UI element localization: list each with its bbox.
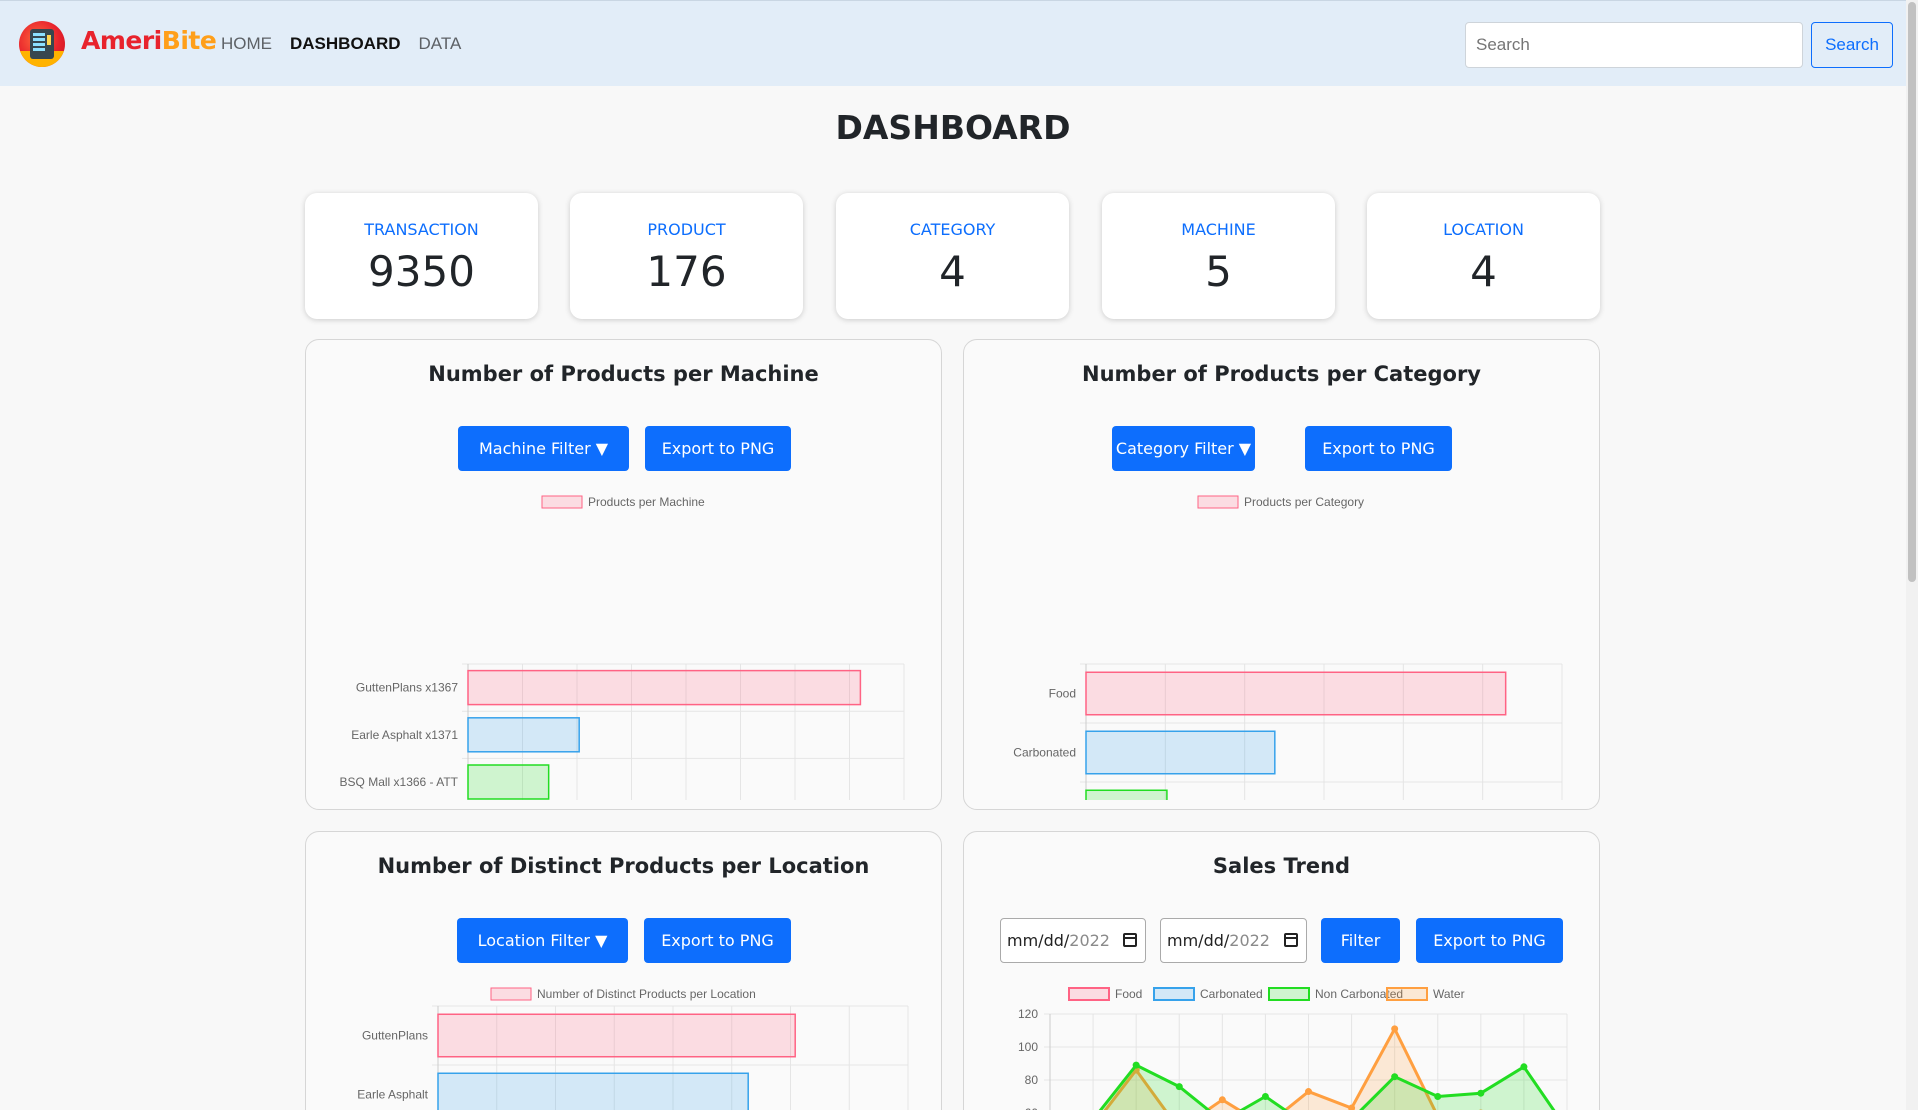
stat-value: 4 <box>939 247 966 296</box>
stat-card-machine: MACHINE 5 <box>1102 193 1335 319</box>
nav-data[interactable]: DATA <box>419 34 462 54</box>
legend-swatch <box>1197 495 1239 509</box>
machine-filter-button[interactable]: Machine Filter ▼ <box>458 426 629 471</box>
nav-dashboard[interactable]: DASHBOARD <box>290 34 401 54</box>
bar <box>437 1072 749 1110</box>
y-tick-label: 80 <box>1025 1073 1039 1087</box>
y-tick-label: Carbonated <box>1013 746 1076 760</box>
stat-label: MACHINE <box>1181 220 1256 239</box>
legend-swatch <box>1268 987 1310 1001</box>
nav-links: HOME DASHBOARD DATA <box>221 34 461 54</box>
stat-label: PRODUCT <box>647 220 726 239</box>
stat-card-product: PRODUCT 176 <box>570 193 803 319</box>
category-bar-chart: Products per Category01,0002,0003,0004,0… <box>1013 495 1563 800</box>
chart-title: Sales Trend <box>1212 854 1351 878</box>
y-tick-label: Earle Asphalt <box>357 1088 428 1102</box>
legend-swatch <box>490 987 532 1001</box>
start-date-input[interactable]: mm/dd/2022 <box>1000 918 1146 963</box>
calendar-icon[interactable] <box>1123 933 1137 947</box>
stat-label: CATEGORY <box>909 220 996 239</box>
date-text: mm/dd/2022 <box>1007 931 1110 950</box>
legend-swatch <box>1386 987 1428 1001</box>
brand-part1: Ameri <box>81 26 162 55</box>
y-tick-label: 60 <box>1025 1106 1039 1110</box>
chart-card-category: Number of Products per Category Category… <box>963 339 1600 810</box>
navbar: AmeriBite HOME DASHBOARD DATA Search <box>0 0 1906 86</box>
legend-label: Water <box>1433 987 1465 1001</box>
nav-home[interactable]: HOME <box>221 34 272 54</box>
bar <box>467 764 550 800</box>
end-date-input[interactable]: mm/dd/2022 <box>1160 918 1307 963</box>
y-tick-label: BSQ Mall x1366 - ATT <box>340 775 459 789</box>
chart-title: Number of Distinct Products per Location <box>377 854 870 878</box>
location-bar-chart: Number of Distinct Products per Location… <box>357 987 909 1110</box>
legend-label: Carbonated <box>1200 987 1263 1001</box>
data-point <box>1391 1025 1399 1033</box>
legend-label: Products per Machine <box>588 495 705 509</box>
export-png-button[interactable]: Export to PNG <box>1416 918 1563 963</box>
y-tick-label: GuttenPlans x1367 <box>356 681 458 695</box>
brand-name[interactable]: AmeriBite <box>81 26 217 55</box>
data-point <box>1434 1093 1442 1100</box>
data-point <box>1218 1096 1226 1104</box>
location-filter-button[interactable]: Location Filter ▼ <box>457 918 628 963</box>
data-point <box>1261 1093 1269 1100</box>
legend-swatch <box>1068 987 1110 1001</box>
data-point <box>1520 1063 1528 1071</box>
bar <box>1085 671 1507 716</box>
chart-card-machine: Number of Products per Machine Machine F… <box>305 339 942 810</box>
date-text: mm/dd/2022 <box>1167 931 1270 950</box>
y-tick-label: Food <box>1049 687 1076 701</box>
stat-label: TRANSACTION <box>364 220 479 239</box>
y-tick-label: GuttenPlans <box>362 1029 428 1043</box>
ameribite-logo-icon[interactable] <box>19 21 65 67</box>
bar <box>1085 730 1276 775</box>
stat-card-transaction: TRANSACTION 9350 <box>305 193 538 319</box>
export-png-button[interactable]: Export to PNG <box>644 918 791 963</box>
brand-part2: Bite <box>161 26 217 55</box>
machine-bar-chart: Products per Machine05001,0001,5002,0002… <box>340 495 905 800</box>
page-title: DASHBOARD <box>835 108 1071 147</box>
bar <box>467 717 580 753</box>
export-png-button[interactable]: Export to PNG <box>645 426 791 471</box>
data-point <box>1391 1073 1399 1081</box>
legend-swatch <box>541 495 583 509</box>
export-png-button[interactable]: Export to PNG <box>1305 426 1452 471</box>
data-point <box>1305 1088 1312 1096</box>
sales-trend-chart: Food Carbonated Non Carbonated Water1201008… <box>1018 987 1568 1110</box>
scrollbar-thumb[interactable] <box>1908 2 1916 582</box>
stat-value: 176 <box>646 247 727 296</box>
chart-title: Number of Products per Category <box>1082 362 1481 386</box>
category-filter-button[interactable]: Category Filter ▼ <box>1112 426 1255 471</box>
data-point <box>1175 1083 1183 1091</box>
chart-card-sales-trend: Sales Trend mm/dd/2022 mm/dd/2022 Filter… <box>963 831 1600 1110</box>
search-input[interactable] <box>1465 22 1803 68</box>
y-tick-label: Earle Asphalt x1371 <box>351 728 458 742</box>
search-button[interactable]: Search <box>1811 22 1893 68</box>
bar <box>467 669 862 706</box>
bar <box>437 1013 796 1058</box>
bar <box>1085 789 1168 800</box>
y-tick-label: 120 <box>1018 1007 1038 1021</box>
page-scrollbar[interactable] <box>1906 0 1918 1110</box>
chart-title: Number of Products per Machine <box>428 362 819 386</box>
legend-swatch <box>1153 987 1195 1001</box>
legend-label: Food <box>1115 987 1142 1001</box>
stat-value: 9350 <box>368 247 475 296</box>
y-tick-label: 100 <box>1018 1040 1038 1054</box>
stat-card-category: CATEGORY 4 <box>836 193 1069 319</box>
legend-label: Number of Distinct Products per Location <box>537 987 756 1001</box>
stat-value: 5 <box>1205 247 1232 296</box>
data-point <box>1477 1089 1485 1097</box>
calendar-icon[interactable] <box>1284 933 1298 947</box>
stat-card-location: LOCATION 4 <box>1367 193 1600 319</box>
stat-value: 4 <box>1470 247 1497 296</box>
stat-label: LOCATION <box>1443 220 1524 239</box>
data-point <box>1132 1061 1140 1069</box>
date-filter-button[interactable]: Filter <box>1321 918 1400 963</box>
chart-card-location: Number of Distinct Products per Location… <box>305 831 942 1110</box>
legend-label: Products per Category <box>1244 495 1364 509</box>
